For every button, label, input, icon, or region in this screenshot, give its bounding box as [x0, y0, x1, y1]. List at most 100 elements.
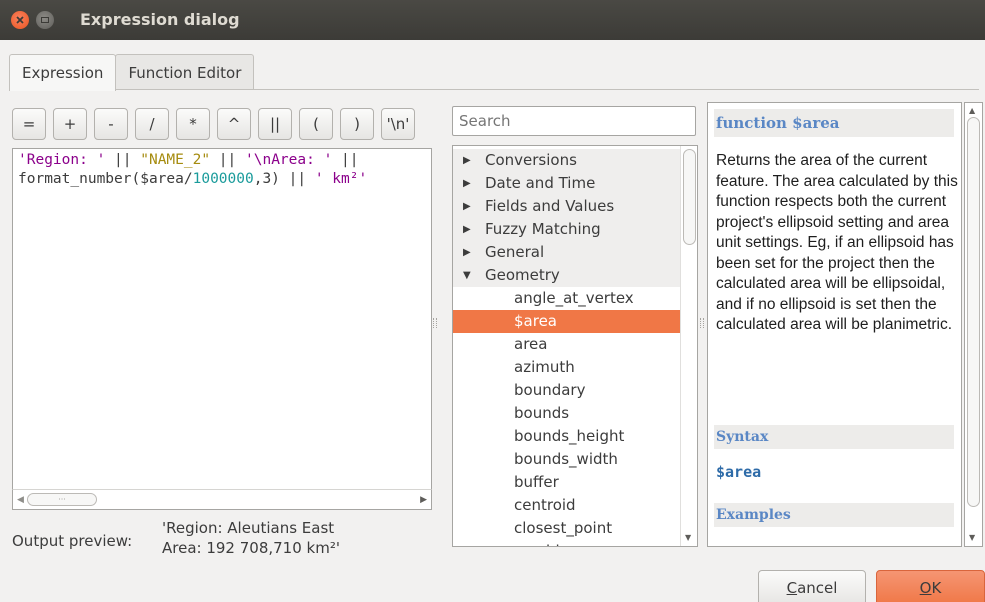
tab-divider: [9, 89, 979, 90]
tree-item-label: $area: [514, 312, 557, 330]
tree-item-label: centroid: [514, 496, 576, 514]
scroll-right-icon[interactable]: ▶: [420, 495, 427, 505]
tree-item-bounds-width[interactable]: bounds_width: [453, 448, 680, 471]
output-preview-value: 'Region: Aleutians East Area: 192 708,71…: [162, 518, 340, 558]
code-string: ' km²': [314, 171, 368, 187]
syntax-value: $area: [716, 463, 762, 481]
tree-item-angle-at-vertex[interactable]: angle_at_vertex: [453, 287, 680, 310]
expand-arrow-icon[interactable]: ▶: [463, 172, 471, 195]
close-paren-button[interactable]: ): [340, 108, 374, 140]
scrollbar-thumb[interactable]: ···: [27, 493, 97, 506]
scrollbar-thumb[interactable]: [683, 149, 696, 245]
expand-arrow-icon[interactable]: ▶: [463, 149, 471, 172]
expression-editor[interactable]: 'Region: ' || "NAME_2" || '\nArea: ' || …: [12, 148, 432, 510]
newline-operator-button[interactable]: '\n': [381, 108, 415, 140]
code-operator: ||: [332, 152, 359, 168]
window-title: Expression dialog: [80, 10, 240, 29]
scroll-up-icon[interactable]: ▲: [969, 106, 975, 115]
minimize-window-button[interactable]: [36, 11, 54, 29]
code-function: format_number($area/: [18, 171, 193, 187]
power-operator-button[interactable]: ^: [217, 108, 251, 140]
examples-header: Examples: [714, 503, 954, 527]
code-string: '\nArea: ': [245, 152, 333, 168]
tree-group-fuzzy-matching[interactable]: ▶ Fuzzy Matching: [453, 218, 680, 241]
multiply-operator-button[interactable]: *: [176, 108, 210, 140]
tree-item-area[interactable]: area: [453, 333, 680, 356]
tree-group-label: Conversions: [485, 151, 577, 169]
function-search-input[interactable]: [452, 106, 696, 136]
function-help-panel: function $area Returns the area of the c…: [707, 102, 962, 547]
open-paren-button[interactable]: (: [299, 108, 333, 140]
expand-arrow-icon[interactable]: ▶: [463, 241, 471, 264]
scroll-down-icon[interactable]: ▼: [685, 533, 691, 542]
tree-group-fields-values[interactable]: ▶ Fields and Values: [453, 195, 680, 218]
editor-horizontal-scrollbar[interactable]: ◀ ··· ▶: [12, 489, 432, 510]
scroll-down-icon[interactable]: ▼: [969, 533, 975, 542]
preview-line: Area: 192 708,710 km²': [162, 539, 340, 557]
help-vertical-scrollbar[interactable]: ▲ ▼: [964, 102, 983, 547]
concat-operator-button[interactable]: ||: [258, 108, 292, 140]
collapse-arrow-icon[interactable]: ▼: [463, 264, 471, 287]
tree-item-label: azimuth: [514, 358, 575, 376]
code-operator: ||: [210, 152, 245, 168]
close-icon: [16, 16, 24, 24]
tree-item-boundary[interactable]: boundary: [453, 379, 680, 402]
tree-group-label: Fields and Values: [485, 197, 615, 215]
scrollbar-thumb[interactable]: [967, 117, 980, 507]
tree-group-date-time[interactable]: ▶ Date and Time: [453, 172, 680, 195]
tree-item-label: bounds_height: [514, 427, 625, 445]
tree-group-label: Geometry: [485, 266, 560, 284]
tree-group-geometry[interactable]: ▼ Geometry: [453, 264, 680, 287]
tree-item-bounds-height[interactable]: bounds_height: [453, 425, 680, 448]
splitter-handle[interactable]: [700, 318, 704, 328]
minus-operator-button[interactable]: -: [94, 108, 128, 140]
tree-item-buffer[interactable]: buffer: [453, 471, 680, 494]
tree-vertical-scrollbar[interactable]: ▼: [680, 146, 697, 546]
tab-function-editor[interactable]: Function Editor: [115, 54, 255, 90]
expand-arrow-icon[interactable]: ▶: [463, 218, 471, 241]
close-window-button[interactable]: [11, 11, 29, 29]
tree-item-centroid[interactable]: centroid: [453, 494, 680, 517]
operator-toolbar: = + - / * ^ || ( ) '\n': [12, 108, 415, 140]
plus-operator-button[interactable]: +: [53, 108, 87, 140]
cancel-mnemonic: C: [786, 579, 798, 597]
ok-button[interactable]: OK: [876, 570, 985, 602]
tree-item-label: bounds_width: [514, 450, 618, 468]
tree-item-label: closest_point: [514, 519, 613, 537]
code-string: 'Region: ': [18, 152, 106, 168]
expression-code[interactable]: 'Region: ' || "NAME_2" || '\nArea: ' || …: [18, 151, 367, 189]
tree-item-area-selected[interactable]: $area: [453, 310, 680, 333]
minimize-icon: [41, 17, 49, 23]
help-title: function $area: [714, 109, 954, 137]
tree-item-azimuth[interactable]: azimuth: [453, 356, 680, 379]
tree-item-bounds[interactable]: bounds: [453, 402, 680, 425]
preview-line: 'Region: Aleutians East: [162, 519, 335, 537]
tree-item-closest-point[interactable]: closest_point: [453, 517, 680, 540]
help-description: Returns the area of the current feature.…: [716, 152, 958, 333]
tree-group-label: General: [485, 243, 545, 261]
code-number: 1000000: [192, 171, 254, 187]
tree-item-label: angle_at_vertex: [514, 289, 634, 307]
expand-arrow-icon[interactable]: ▶: [463, 195, 471, 218]
tree-item-label: area: [514, 335, 548, 353]
cancel-button[interactable]: Cancel: [758, 570, 866, 602]
tab-expression[interactable]: Expression: [9, 54, 117, 91]
tree-group-conversions[interactable]: ▶ Conversions: [453, 149, 680, 172]
function-tree[interactable]: ▶ Conversions ▶ Date and Time ▶ Fields and …: [452, 145, 698, 547]
code-args: ,3) ||: [253, 171, 315, 187]
scroll-left-icon[interactable]: ◀: [17, 495, 24, 505]
tree-item-label: boundary: [514, 381, 586, 399]
tree-item-combine[interactable]: combine: [453, 540, 680, 546]
tree-item-label: combine: [514, 540, 578, 546]
equals-operator-button[interactable]: =: [12, 108, 46, 140]
output-preview-label: Output preview:: [12, 532, 133, 550]
ok-label-rest: K: [931, 579, 942, 597]
divide-operator-button[interactable]: /: [135, 108, 169, 140]
tree-item-label: bounds: [514, 404, 570, 422]
tree-group-general[interactable]: ▶ General: [453, 241, 680, 264]
ok-mnemonic: O: [919, 579, 932, 597]
code-field: "NAME_2": [140, 152, 211, 168]
cancel-label-rest: ancel: [797, 579, 838, 597]
splitter-handle[interactable]: [433, 318, 437, 328]
title-bar: Expression dialog: [0, 0, 985, 40]
